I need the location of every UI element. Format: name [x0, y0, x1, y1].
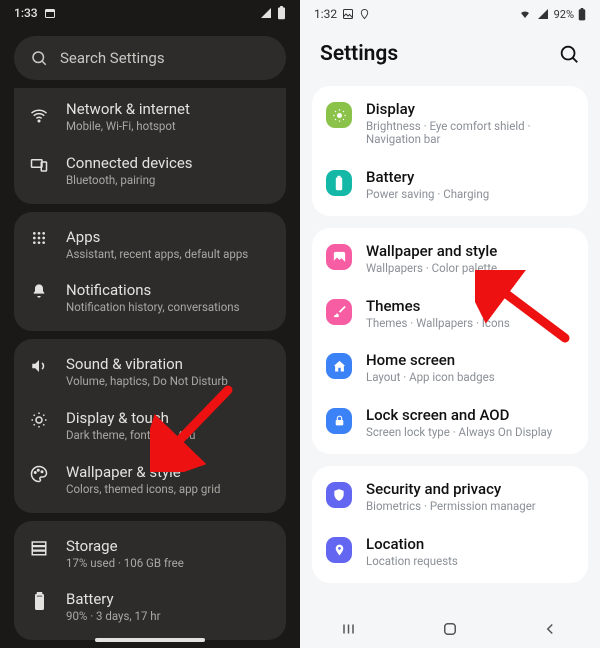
search-icon[interactable] — [558, 43, 580, 65]
row-connected-devices[interactable]: Connected devices Bluetooth, pairing — [14, 144, 286, 198]
row-title: Notifications — [66, 281, 240, 299]
row-display[interactable]: Display Brightness · Eye comfort shield ·… — [312, 90, 588, 158]
home-button[interactable] — [441, 620, 459, 638]
row-title: Battery — [66, 590, 161, 608]
row-title: Wallpaper & style — [66, 463, 221, 481]
row-title: Home screen — [366, 352, 495, 369]
pin-icon — [333, 542, 346, 558]
row-subtitle: Colors, themed icons, app grid — [66, 483, 221, 497]
row-subtitle: Location requests — [366, 555, 458, 568]
settings-card: Display Brightness · Eye comfort shield ·… — [312, 86, 588, 216]
row-storage[interactable]: Storage 17% used · 106 GB free — [14, 527, 286, 581]
row-title: Themes — [366, 298, 510, 315]
row-battery[interactable]: Battery 90% · 3 days, 17 hr — [14, 580, 286, 634]
row-network-internet[interactable]: Network & internet Mobile, Wi-Fi, hotspot — [14, 94, 286, 144]
recents-button[interactable] — [341, 620, 359, 638]
image-status-icon — [342, 8, 354, 20]
row-subtitle: Power saving · Charging — [366, 188, 489, 201]
row-title: Location — [366, 536, 458, 553]
battery-status-icon — [578, 8, 586, 21]
calendar-icon — [44, 7, 56, 19]
gesture-nav-bar[interactable] — [95, 638, 205, 642]
bell-icon — [31, 283, 47, 299]
row-subtitle: Dark theme, font size, tou — [66, 429, 196, 443]
row-subtitle: Mobile, Wi-Fi, hotspot — [66, 120, 190, 134]
row-security-privacy[interactable]: Security and privacy Biometrics · Permiss… — [312, 470, 588, 524]
status-bar: 1:32 92% — [300, 0, 600, 28]
location-status-icon — [359, 8, 370, 20]
row-title: Connected devices — [66, 154, 193, 172]
settings-header: Settings — [300, 28, 600, 86]
row-subtitle: Layout · App icon badges — [366, 371, 495, 384]
row-subtitle: Themes · Wallpapers · Icons — [366, 317, 510, 330]
pixel-settings-phone: 1:33 Search Settings Network & internet M… — [0, 0, 300, 648]
row-title: Wallpaper and style — [366, 243, 497, 260]
row-sound-vibration[interactable]: Sound & vibration Volume, haptics, Do Not… — [14, 345, 286, 399]
row-title: Security and privacy — [366, 481, 536, 498]
battery-icon — [277, 6, 286, 20]
page-title: Settings — [320, 42, 398, 66]
samsung-settings-phone: 1:32 92% Settings Display Brightness · Ey… — [300, 0, 600, 648]
battery-icon — [334, 175, 344, 191]
lock-icon — [333, 413, 346, 428]
row-themes[interactable]: Themes Themes · Wallpapers · Icons — [312, 287, 588, 341]
row-wallpaper-style[interactable]: Wallpaper and style Wallpapers · Color pa… — [312, 232, 588, 286]
signal-icon — [259, 7, 273, 19]
status-time: 1:33 — [14, 6, 38, 20]
wifi-icon — [30, 106, 48, 124]
status-battery-pct: 92% — [554, 8, 574, 21]
battery-icon — [34, 592, 45, 610]
row-subtitle: Biometrics · Permission manager — [366, 500, 536, 513]
search-icon — [30, 49, 48, 67]
shield-icon — [332, 487, 346, 503]
row-display-touch[interactable]: Display & touch Dark theme, font size, to… — [14, 399, 286, 453]
palette-icon — [30, 465, 48, 483]
sound-icon — [30, 357, 48, 375]
row-notifications[interactable]: Notifications Notification history, conve… — [14, 271, 286, 325]
row-title: Display — [366, 101, 574, 118]
devices-icon — [30, 156, 48, 174]
signal-status-icon — [536, 8, 550, 20]
back-button[interactable] — [541, 620, 559, 638]
row-subtitle: Notification history, conversations — [66, 301, 240, 315]
row-home-screen[interactable]: Home screen Layout · App icon badges — [312, 341, 588, 395]
row-title: Display & touch — [66, 409, 196, 427]
settings-list: Network & internet Mobile, Wi-Fi, hotspot… — [0, 88, 300, 640]
image-icon — [332, 250, 347, 265]
row-title: Apps — [66, 228, 248, 246]
storage-icon — [30, 539, 48, 557]
row-battery[interactable]: Battery Power saving · Charging — [312, 158, 588, 212]
row-title: Sound & vibration — [66, 355, 228, 373]
settings-card: Security and privacy Biometrics · Permiss… — [312, 466, 588, 583]
wifi-status-icon — [518, 8, 532, 20]
home-icon — [332, 359, 347, 374]
status-time: 1:32 — [314, 7, 337, 21]
row-subtitle: Screen lock type · Always On Display — [366, 426, 552, 439]
row-location[interactable]: Location Location requests — [312, 525, 588, 579]
samsung-nav-bar — [300, 610, 600, 648]
settings-card: Wallpaper and style Wallpapers · Color pa… — [312, 228, 588, 454]
row-title: Battery — [366, 169, 489, 186]
status-bar: 1:33 — [0, 0, 300, 26]
row-subtitle: 17% used · 106 GB free — [66, 557, 184, 571]
row-apps[interactable]: Apps Assistant, recent apps, default apps — [14, 218, 286, 272]
row-subtitle: Volume, haptics, Do Not Disturb — [66, 375, 228, 389]
brush-icon — [332, 304, 347, 319]
apps-icon — [31, 230, 47, 246]
search-placeholder: Search Settings — [60, 49, 165, 67]
sun-icon — [332, 108, 347, 123]
brightness-icon — [30, 411, 48, 429]
search-settings-input[interactable]: Search Settings — [14, 36, 286, 80]
row-title: Storage — [66, 537, 184, 555]
row-subtitle: Brightness · Eye comfort shield · Naviga… — [366, 120, 574, 146]
row-title: Lock screen and AOD — [366, 407, 552, 424]
row-wallpaper-style[interactable]: Wallpaper & style Colors, themed icons, a… — [14, 453, 286, 507]
row-subtitle: Assistant, recent apps, default apps — [66, 248, 248, 262]
row-subtitle: Wallpapers · Color palette — [366, 262, 497, 275]
row-title: Network & internet — [66, 100, 190, 118]
row-subtitle: Bluetooth, pairing — [66, 174, 193, 188]
row-lock-screen-aod[interactable]: Lock screen and AOD Screen lock type · Al… — [312, 396, 588, 450]
row-subtitle: 90% · 3 days, 17 hr — [66, 610, 161, 624]
